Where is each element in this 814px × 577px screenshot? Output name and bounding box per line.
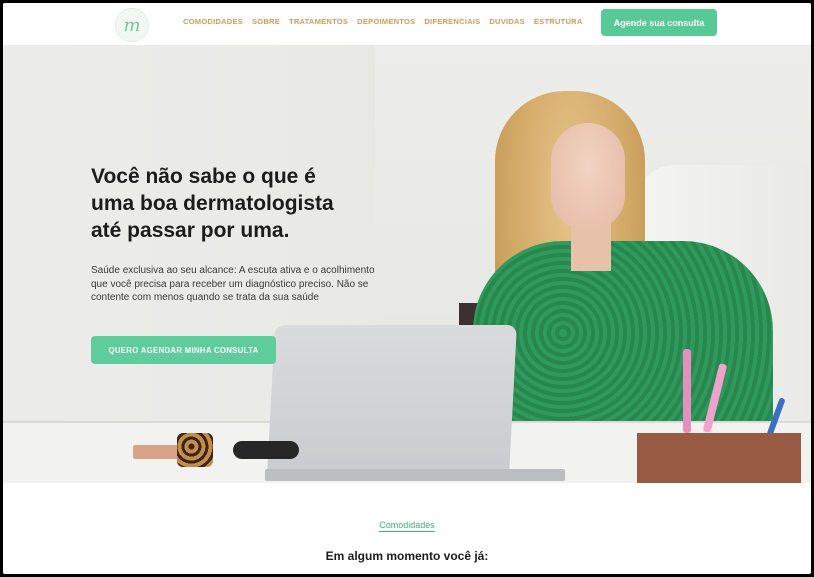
page-frame: m COMODIDADES SOBRE TRATAMENTOS DEPOIMEN…: [3, 3, 811, 574]
hero-section: Você não sabe o que é uma boa dermatolog…: [3, 45, 811, 483]
nav-depoimentos[interactable]: DEPOIMENTOS: [357, 17, 415, 26]
headline-line: até passar por uma.: [91, 219, 290, 242]
section-tag[interactable]: Comodidades: [3, 520, 811, 532]
nav-duvidas[interactable]: DUVIDAS: [489, 17, 525, 26]
nav-estrutura[interactable]: ESTRUTURA: [534, 17, 583, 26]
headline-line: Você não sabe o que é: [91, 165, 316, 188]
nav-comodidades[interactable]: COMODIDADES: [183, 17, 243, 26]
headline-line: uma boa dermatologista: [91, 192, 334, 215]
logo[interactable]: m: [115, 8, 149, 42]
hero-headline: Você não sabe o que é uma boa dermatolog…: [91, 163, 391, 244]
laptop-base: [265, 469, 565, 481]
stamp-image: [233, 441, 299, 459]
nav-diferenciais[interactable]: DIFERENCIAIS: [424, 17, 480, 26]
book-appointment-button[interactable]: QUERO AGENDAR MINHA CONSULTA: [91, 336, 276, 364]
pen-holder-image: [637, 433, 801, 483]
pen-image: [683, 349, 691, 433]
schedule-button[interactable]: Agende sua consulta: [601, 9, 717, 36]
main-nav: COMODIDADES SOBRE TRATAMENTOS DEPOIMENTO…: [183, 17, 592, 26]
laptop-image: [267, 325, 517, 475]
nav-sobre[interactable]: SOBRE: [252, 17, 280, 26]
section-tag-label[interactable]: Comodidades: [379, 520, 435, 532]
section-title: Em algum momento você já:: [325, 549, 489, 563]
nav-tratamentos[interactable]: TRATAMENTOS: [289, 17, 348, 26]
doctor-face: [551, 123, 625, 229]
cup-image: [177, 433, 213, 467]
site-header: m COMODIDADES SOBRE TRATAMENTOS DEPOIMEN…: [3, 3, 811, 45]
hero-subtitle: Saúde exclusiva ao seu alcance: A escuta…: [91, 265, 375, 303]
